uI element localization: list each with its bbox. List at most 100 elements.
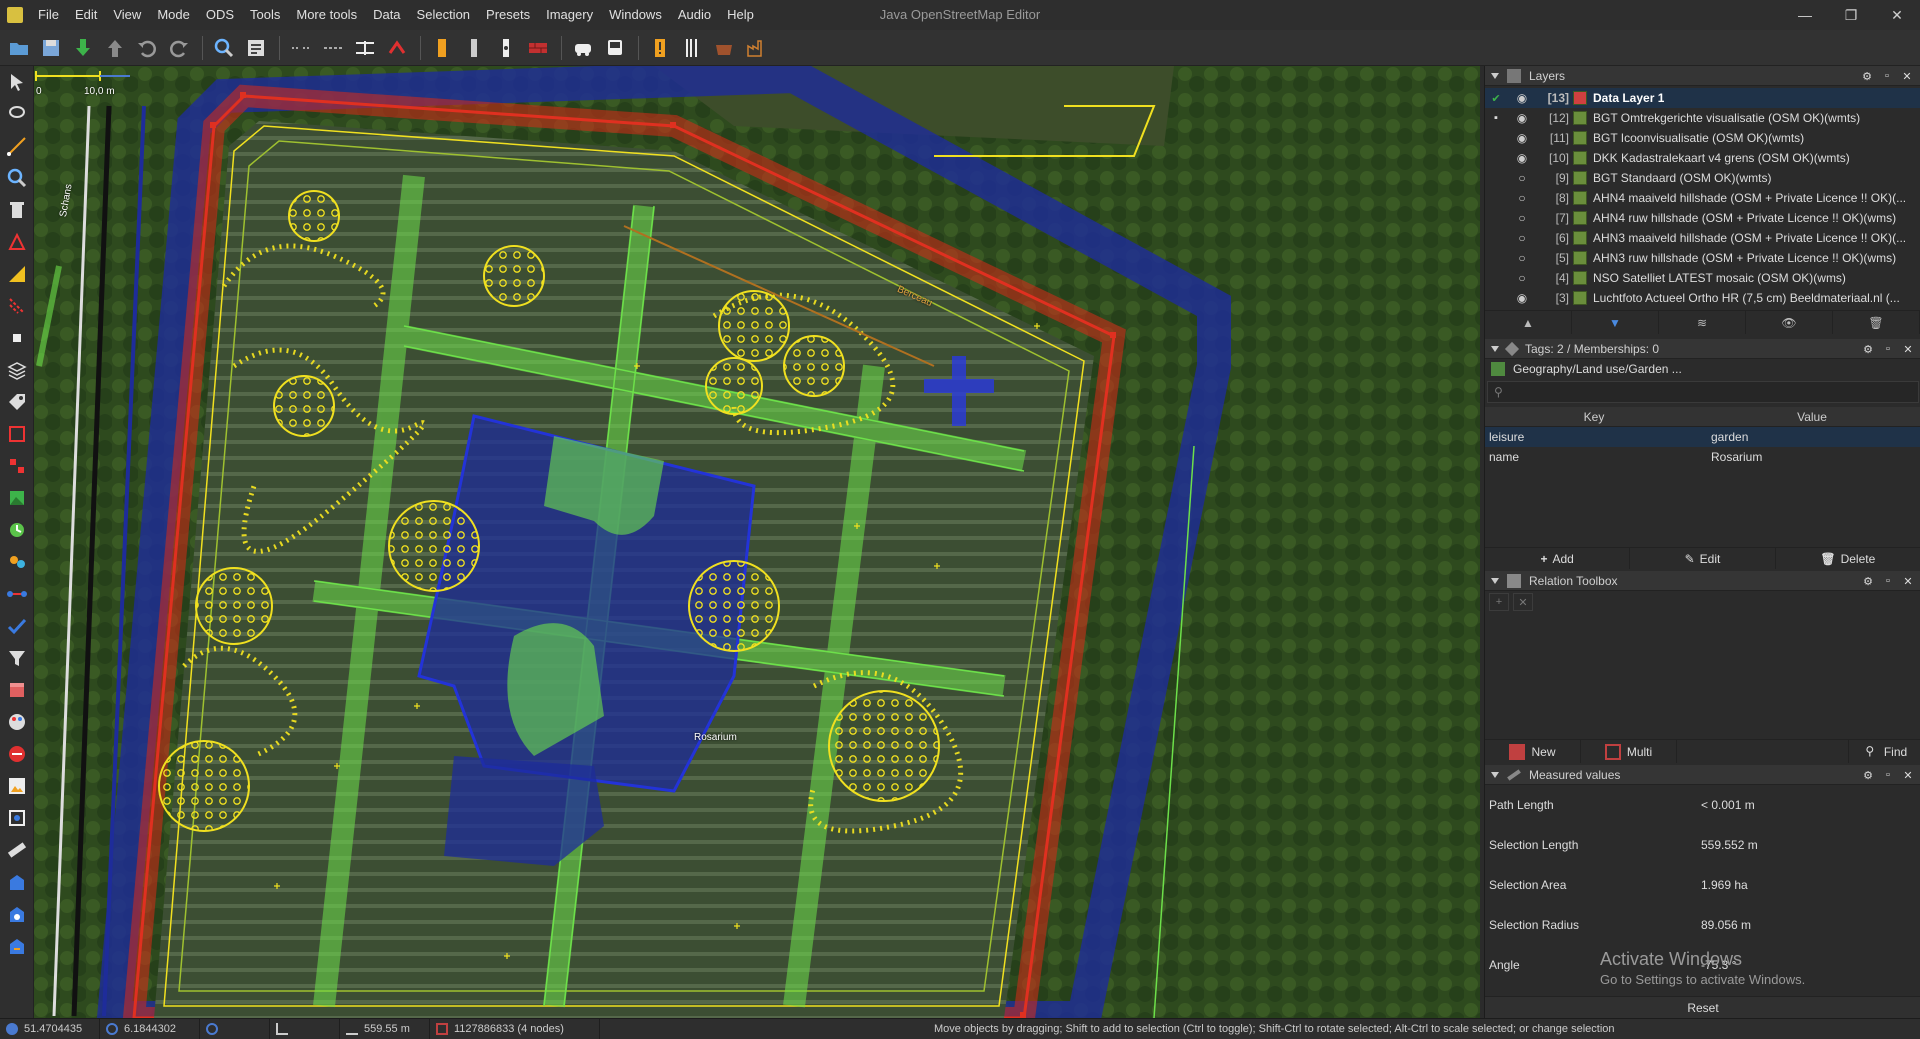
new-relation-button[interactable]: New [1485,740,1581,763]
building-icon[interactable] [0,866,34,898]
layer-row[interactable]: ○ [4] NSO Satelliet LATEST mosaic (OSM O… [1485,268,1920,288]
tag-value[interactable]: garden [1699,427,1920,447]
node-mode-icon[interactable] [0,322,34,354]
move-down-icon[interactable]: ▼ [1572,311,1659,334]
save-icon[interactable] [36,33,66,63]
layer-row[interactable]: ✔ ◉ [13] Data Layer 1 [1485,88,1920,108]
ruler-icon[interactable] [0,834,34,866]
menu-audio[interactable]: Audio [670,0,719,30]
menu-file[interactable]: File [30,0,67,30]
layer-visible-icon[interactable]: ◉ [1507,151,1537,165]
reverse-icon[interactable] [382,33,412,63]
table-row[interactable]: name Rosarium [1485,447,1920,467]
lasso-mode-icon[interactable] [0,98,34,130]
preset-bus-icon[interactable] [600,33,630,63]
split-way-icon[interactable] [286,33,316,63]
preset-shop-icon[interactable] [709,33,739,63]
preferences-icon[interactable] [241,33,271,63]
draw-mode-icon[interactable] [0,130,34,162]
preset-link[interactable]: Geography/Land use/Garden ... [1485,359,1920,379]
collapse-icon[interactable] [1491,72,1499,79]
improve-way-icon[interactable] [0,258,34,290]
redo-icon[interactable] [164,33,194,63]
move-up-icon[interactable]: ▲ [1485,311,1572,334]
panel-detach-icon[interactable]: ▫ [1881,768,1895,782]
building-circle-icon[interactable] [0,898,34,930]
relation-list[interactable] [1485,613,1920,737]
menu-edit[interactable]: Edit [67,0,105,30]
panel-close-icon[interactable]: ✕ [1900,69,1914,83]
delete-layer-icon[interactable]: 🗑 [1833,311,1920,334]
conflict-icon[interactable] [0,450,34,482]
show-hide-icon[interactable]: 👁 [1746,311,1833,334]
delete-tag-button[interactable]: 🗑 Delete [1776,548,1920,569]
layer-row[interactable]: ○ [9] BGT Standaard (OSM OK)(wmts) [1485,168,1920,188]
collapse-icon[interactable] [1491,577,1499,584]
multipolygon-button[interactable]: Multi [1581,740,1677,763]
layers-toggle-icon[interactable] [0,354,34,386]
palette-icon[interactable] [0,706,34,738]
tag-search-input[interactable]: ⚲ [1487,381,1919,403]
preset-restaurant-icon[interactable] [677,33,707,63]
layer-visible-icon[interactable]: ○ [1507,171,1537,185]
layer-row[interactable]: ○ [5] AHN3 ruw hillshade (OSM + Private … [1485,248,1920,268]
no-entry-icon[interactable] [0,738,34,770]
value-column-header[interactable]: Value [1703,407,1920,426]
preset-hazard-icon[interactable] [645,33,675,63]
tags-header[interactable]: Tags: 2 / Memberships: 0 ⚙ ▫ ✕ [1485,339,1920,359]
layer-active-icon[interactable]: ▪ [1485,112,1507,124]
latitude-field[interactable]: 51.4704435 [0,1018,100,1039]
panel-settings-icon[interactable]: ⚙ [1860,69,1874,83]
zoom-mode-icon[interactable] [0,162,34,194]
menu-mode[interactable]: Mode [149,0,198,30]
layer-visible-icon[interactable]: ◉ [1507,91,1537,105]
menu-presets[interactable]: Presets [478,0,538,30]
measure-icon[interactable] [0,802,34,834]
table-row[interactable]: leisure garden [1485,427,1920,447]
building-merge-icon[interactable] [0,930,34,962]
layer-row[interactable]: ▪ ◉ [12] BGT Omtrekgerichte visualisatie… [1485,108,1920,128]
layer-row[interactable]: ◉ [11] BGT Icoonvisualisatie (OSM OK)(wm… [1485,128,1920,148]
delete-mode-icon[interactable] [0,194,34,226]
remove-member-icon[interactable]: ✕ [1513,593,1533,611]
tag-key[interactable]: name [1485,447,1699,467]
tag-value[interactable]: Rosarium [1699,447,1920,467]
menu-view[interactable]: View [105,0,149,30]
preset-wall-icon[interactable] [523,33,553,63]
longitude-field[interactable]: 6.1844302 [100,1018,200,1039]
preset-door-icon[interactable] [459,33,489,63]
panel-detach-icon[interactable]: ▫ [1881,574,1895,588]
panel-close-icon[interactable]: ✕ [1901,768,1915,782]
key-column-header[interactable]: Key [1485,407,1703,426]
add-tag-button[interactable]: + Add [1485,548,1631,569]
menu-imagery[interactable]: Imagery [538,0,601,30]
panel-settings-icon[interactable]: ⚙ [1861,342,1875,356]
panel-detach-icon[interactable]: ▫ [1880,69,1894,83]
add-member-icon[interactable]: + [1489,593,1509,611]
map-canvas[interactable] [34,66,1480,1018]
filter-icon[interactable] [0,642,34,674]
reset-button[interactable]: Reset [1485,996,1920,1018]
panel-detach-icon[interactable]: ▫ [1881,342,1895,356]
panel-close-icon[interactable]: ✕ [1901,574,1915,588]
imagery-adjust-icon[interactable] [0,770,34,802]
preset-car-icon[interactable] [568,33,598,63]
preset-factory-icon[interactable] [741,33,771,63]
layer-row[interactable]: ◉ [10] DKK Kadastralekaart v4 grens (OSM… [1485,148,1920,168]
layer-row[interactable]: ○ [8] AHN4 maaiveld hillshade (OSM + Pri… [1485,188,1920,208]
layer-visible-icon[interactable]: ◉ [1507,131,1537,145]
merge-icon[interactable]: ≋ [1659,311,1746,334]
layer-visible-icon[interactable]: ○ [1507,231,1537,245]
layer-visible-icon[interactable]: ○ [1507,251,1537,265]
preset-light-icon[interactable] [491,33,521,63]
parallel-mode-icon[interactable] [0,290,34,322]
layer-visible-icon[interactable]: ○ [1507,271,1537,285]
relation-toolbox-header[interactable]: Relation Toolbox ⚙ ▫ ✕ [1485,571,1920,591]
menu-ods[interactable]: ODS [198,0,242,30]
validator-icon[interactable] [0,418,34,450]
align-icon[interactable] [350,33,380,63]
collapse-icon[interactable] [1491,345,1499,352]
panel-settings-icon[interactable]: ⚙ [1861,574,1875,588]
menu-tools[interactable]: Tools [242,0,288,30]
menu-data[interactable]: Data [365,0,408,30]
